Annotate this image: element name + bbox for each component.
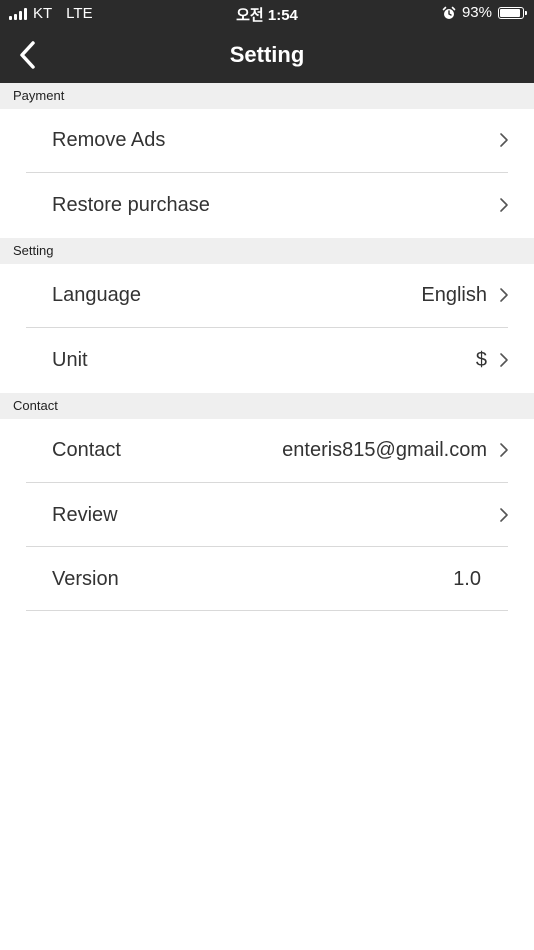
contact-label: Contact bbox=[52, 439, 121, 461]
row-remove-ads[interactable]: Remove Ads bbox=[0, 108, 534, 172]
language-value: English bbox=[421, 284, 487, 306]
divider bbox=[26, 610, 508, 611]
section-header-contact: Contact bbox=[0, 393, 534, 419]
review-label: Review bbox=[52, 504, 118, 526]
battery-icon bbox=[498, 6, 527, 19]
unit-label: Unit bbox=[52, 349, 88, 371]
contact-email: enteris815@gmail.com bbox=[282, 439, 487, 461]
row-version: Version 1.0 bbox=[0, 547, 534, 611]
row-unit[interactable]: Unit $ bbox=[0, 328, 534, 392]
battery-tip bbox=[525, 10, 527, 15]
row-contact[interactable]: Contact enteris815@gmail.com bbox=[0, 418, 534, 482]
app-header: KT LTE 오전 1:54 93% Setting bbox=[0, 0, 534, 83]
version-value: 1.0 bbox=[453, 568, 481, 590]
unit-value: $ bbox=[475, 349, 487, 371]
battery-fill bbox=[500, 8, 521, 17]
section-header-payment: Payment bbox=[0, 83, 534, 109]
restore-purchase-label: Restore purchase bbox=[52, 194, 210, 216]
page-title: Setting bbox=[229, 42, 305, 67]
battery-percent: 93% bbox=[461, 4, 492, 21]
nav-bar: Setting bbox=[0, 28, 534, 83]
status-bar: KT LTE 오전 1:54 93% bbox=[0, 0, 534, 28]
remove-ads-label: Remove Ads bbox=[52, 129, 166, 151]
language-label: Language bbox=[52, 284, 141, 306]
row-restore-purchase[interactable]: Restore purchase bbox=[0, 173, 534, 237]
chevron-right-icon bbox=[500, 508, 508, 522]
alarm-icon bbox=[442, 6, 456, 19]
row-language[interactable]: Language English bbox=[0, 263, 534, 327]
chevron-right-icon bbox=[500, 443, 508, 457]
status-right: 93% bbox=[442, 4, 527, 21]
section-header-setting: Setting bbox=[0, 238, 534, 264]
version-label: Version bbox=[52, 568, 119, 590]
chevron-right-icon bbox=[500, 353, 508, 367]
chevron-right-icon bbox=[500, 133, 508, 147]
row-review[interactable]: Review bbox=[0, 483, 534, 547]
chevron-right-icon bbox=[500, 288, 508, 302]
chevron-right-icon bbox=[500, 198, 508, 212]
